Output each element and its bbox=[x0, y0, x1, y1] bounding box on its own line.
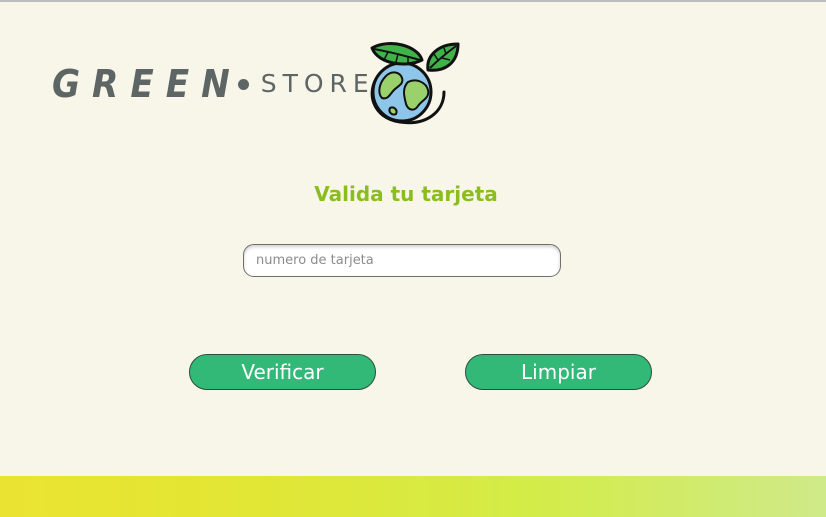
verify-button[interactable]: Verificar bbox=[189, 354, 376, 390]
footer-gradient-bar bbox=[0, 476, 826, 517]
brand-name-secondary: STORE bbox=[260, 69, 375, 98]
clear-button[interactable]: Limpiar bbox=[465, 354, 652, 390]
brand-logo: GREEN STORE bbox=[52, 60, 375, 108]
form-title: Valida tu tarjeta bbox=[314, 182, 498, 206]
top-border bbox=[0, 0, 826, 2]
earth-with-leaves-icon bbox=[370, 42, 460, 125]
card-number-input[interactable] bbox=[243, 244, 561, 277]
brand-separator-dot bbox=[237, 78, 249, 90]
brand-name-primary: GREEN bbox=[52, 62, 242, 106]
